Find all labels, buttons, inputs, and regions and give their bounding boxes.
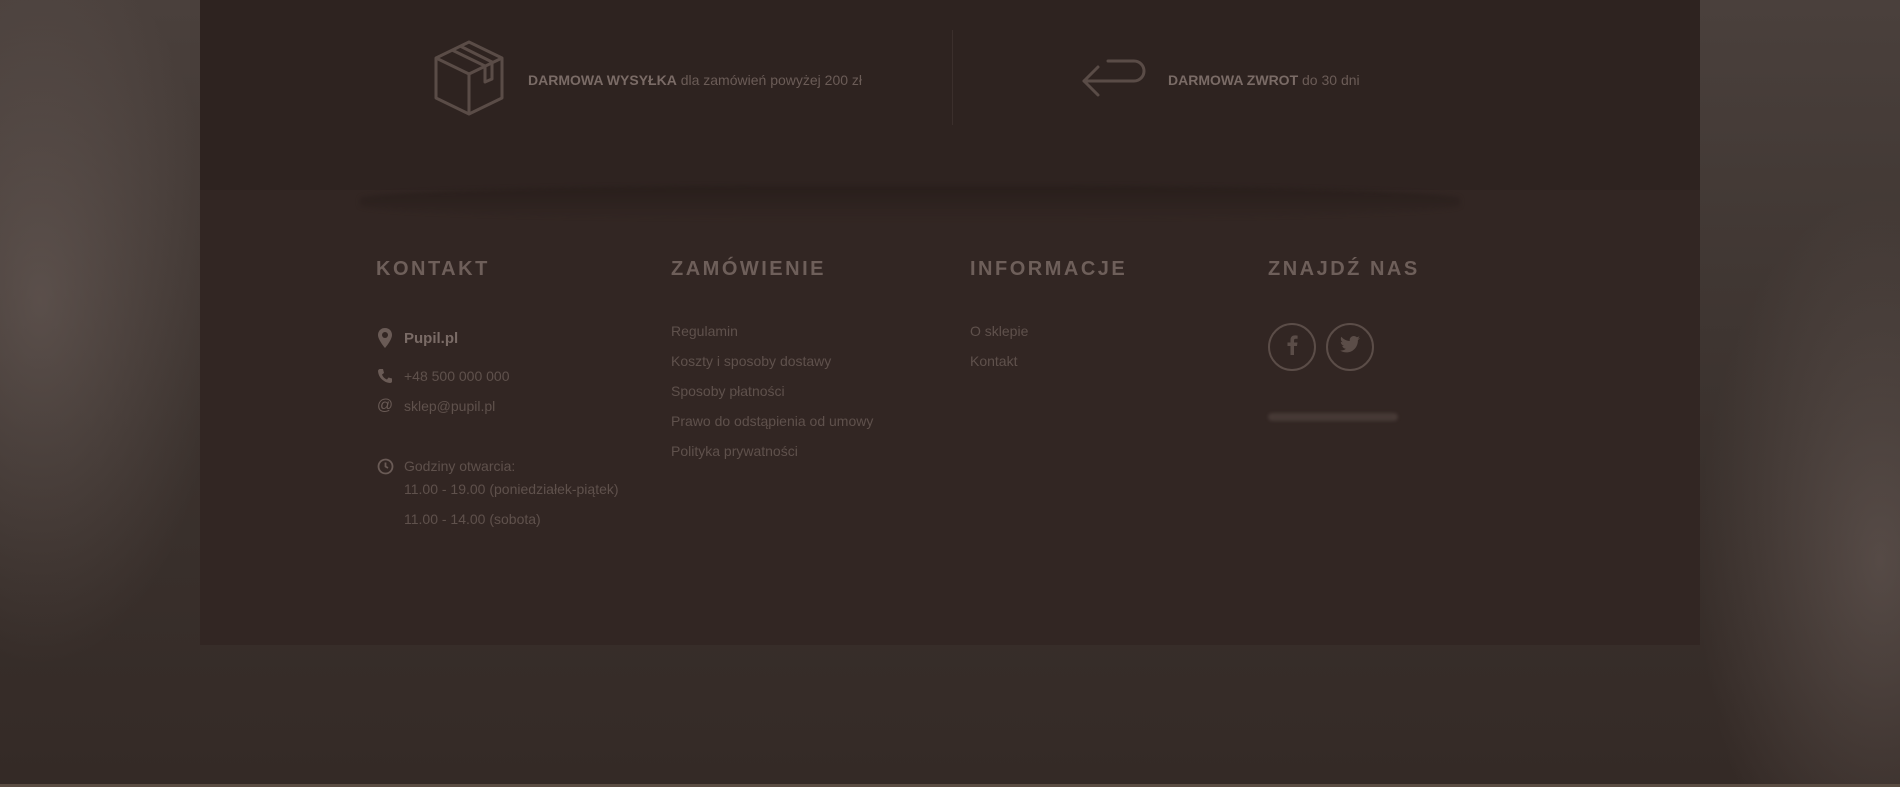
link-contact[interactable]: Kontakt (970, 353, 1017, 369)
order-links: Regulamin Koszty i sposoby dostawy Sposo… (671, 323, 873, 473)
find-us-heading: ZNAJDŹ NAS (1268, 258, 1420, 280)
perk-return-text: DARMOWA ZWROT do 30 dni (1168, 72, 1360, 88)
contact-column: KONTAKT Pupil.pl +48 500 000 000 @ sklep… (376, 258, 619, 541)
list-item: Koszty i sposoby dostawy (671, 353, 873, 383)
twitter-button[interactable] (1326, 323, 1374, 371)
contact-name-row: Pupil.pl (376, 323, 619, 353)
brush-divider (360, 186, 1460, 218)
social-links (1268, 323, 1420, 371)
info-column: INFORMACJE O sklepie Kontakt (970, 258, 1127, 383)
list-item: Polityka prywatności (671, 443, 873, 473)
link-regulamin[interactable]: Regulamin (671, 323, 738, 339)
info-links: O sklepie Kontakt (970, 323, 1127, 383)
social-placeholder (1268, 413, 1398, 421)
facebook-icon (1286, 334, 1298, 360)
link-withdrawal-right[interactable]: Prawo do odstąpienia od umowy (671, 413, 873, 429)
order-heading: ZAMÓWIENIE (671, 258, 826, 280)
perk-free-return: DARMOWA ZWROT do 30 dni (1078, 30, 1360, 130)
map-pin-icon (376, 327, 394, 349)
at-icon: @ (376, 397, 394, 414)
return-arrow-icon (1078, 53, 1146, 108)
twitter-icon (1340, 336, 1360, 358)
facebook-button[interactable] (1268, 323, 1316, 371)
hours-label-row: Godziny otwarcia: (376, 451, 619, 481)
link-shipping-costs[interactable]: Koszty i sposoby dostawy (671, 353, 831, 369)
info-heading: INFORMACJE (970, 258, 1128, 280)
list-item: Regulamin (671, 323, 873, 353)
contact-name: Pupil.pl (404, 329, 459, 347)
perk-divider (952, 30, 953, 125)
list-item: Kontakt (970, 353, 1127, 383)
find-us-column: ZNAJDŹ NAS (1268, 258, 1420, 421)
box-icon (432, 38, 506, 123)
link-privacy-policy[interactable]: Polityka prywatności (671, 443, 798, 459)
contact-email-row[interactable]: @ sklep@pupil.pl (376, 391, 619, 421)
clock-icon (376, 458, 394, 475)
perk-free-shipping: DARMOWA WYSYŁKA dla zamówień powyżej 200… (432, 30, 862, 130)
perks-band (200, 0, 1700, 190)
hours-saturday: 11.00 - 14.00 (sobota) (404, 511, 541, 527)
perk-shipping-text: DARMOWA WYSYŁKA dla zamówień powyżej 200… (528, 72, 863, 88)
phone-icon (376, 368, 394, 384)
list-item: Prawo do odstąpienia od umowy (671, 413, 873, 443)
contact-phone[interactable]: +48 500 000 000 (404, 368, 510, 384)
opening-hours: Godziny otwarcia: 11.00 - 19.00 (poniedz… (376, 451, 619, 541)
link-payment-methods[interactable]: Sposoby płatności (671, 383, 785, 399)
link-about-shop[interactable]: O sklepie (970, 323, 1028, 339)
contact-phone-row[interactable]: +48 500 000 000 (376, 361, 619, 391)
order-column: ZAMÓWIENIE Regulamin Koszty i sposoby do… (671, 258, 873, 473)
contact-heading: KONTAKT (376, 258, 490, 280)
hours-label: Godziny otwarcia: (404, 458, 516, 474)
list-item: Sposoby płatności (671, 383, 873, 413)
contact-email[interactable]: sklep@pupil.pl (404, 398, 495, 414)
list-item: O sklepie (970, 323, 1127, 353)
hours-weekdays: 11.00 - 19.00 (poniedziałek-piątek) (404, 481, 619, 497)
